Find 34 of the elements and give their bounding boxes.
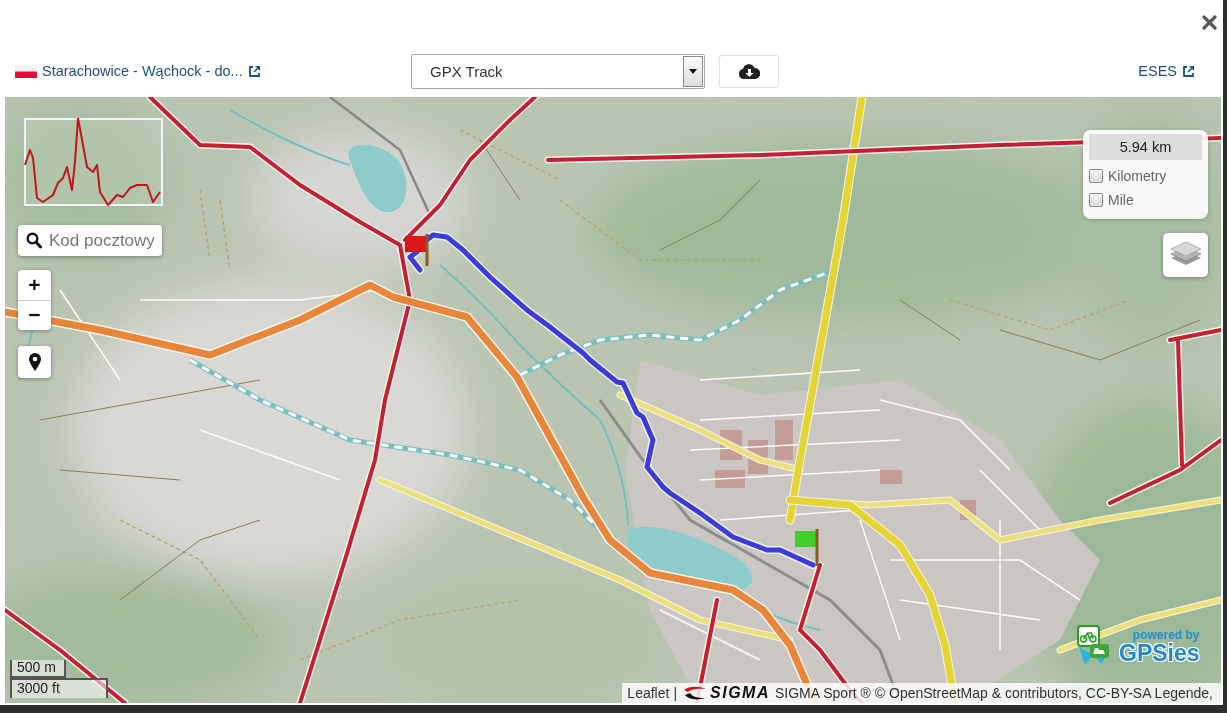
- download-button[interactable]: [719, 54, 779, 88]
- search-icon: [26, 232, 42, 249]
- logo-text: GPSies: [1119, 642, 1200, 665]
- flag-icon: [15, 64, 37, 78]
- scale-bar: 500 m: [10, 660, 66, 678]
- flag-icon: [405, 234, 429, 266]
- cloud-download-icon: [738, 63, 760, 79]
- distance-readout: 5.94 km: [1089, 134, 1202, 160]
- checkbox-label: Mile: [1108, 191, 1134, 208]
- attribution-text: SIGMA Sport ® © OpenStreetMap & contributors, CC-BY-SA Legende,: [775, 685, 1213, 701]
- close-button[interactable]: [1202, 14, 1217, 30]
- checkbox[interactable]: [1089, 192, 1103, 207]
- locate-button[interactable]: [18, 346, 51, 378]
- track-link[interactable]: Starachowice - Wąchock - do...: [42, 63, 261, 79]
- zoom-in-button[interactable]: +: [18, 270, 51, 300]
- close-icon: [1202, 14, 1217, 30]
- user-link[interactable]: ESES: [1138, 63, 1195, 79]
- search-field[interactable]: Kod pocztowy: [18, 225, 162, 256]
- external-link-icon: [1182, 64, 1195, 78]
- scale-bar: 3000 ft: [10, 678, 108, 698]
- attribution-link[interactable]: Leaflet: [627, 685, 670, 701]
- tagline-text: powered by: [1132, 629, 1200, 641]
- checkbox-label: Kilometry: [1108, 167, 1167, 184]
- caret-icon: [683, 55, 703, 87]
- external-link-icon: [247, 64, 261, 78]
- bicycle-bubble-icon: [1077, 625, 1111, 665]
- checkbox[interactable]: [1089, 168, 1103, 183]
- separator-text: |: [673, 685, 678, 701]
- zoom-out-button[interactable]: −: [18, 299, 51, 330]
- logo-text: SIGMA: [710, 684, 770, 702]
- flag-icon: [795, 529, 819, 566]
- map-pin-icon: [28, 353, 41, 371]
- track-select[interactable]: GPX Track: [411, 53, 705, 89]
- layers-button[interactable]: [1163, 233, 1208, 277]
